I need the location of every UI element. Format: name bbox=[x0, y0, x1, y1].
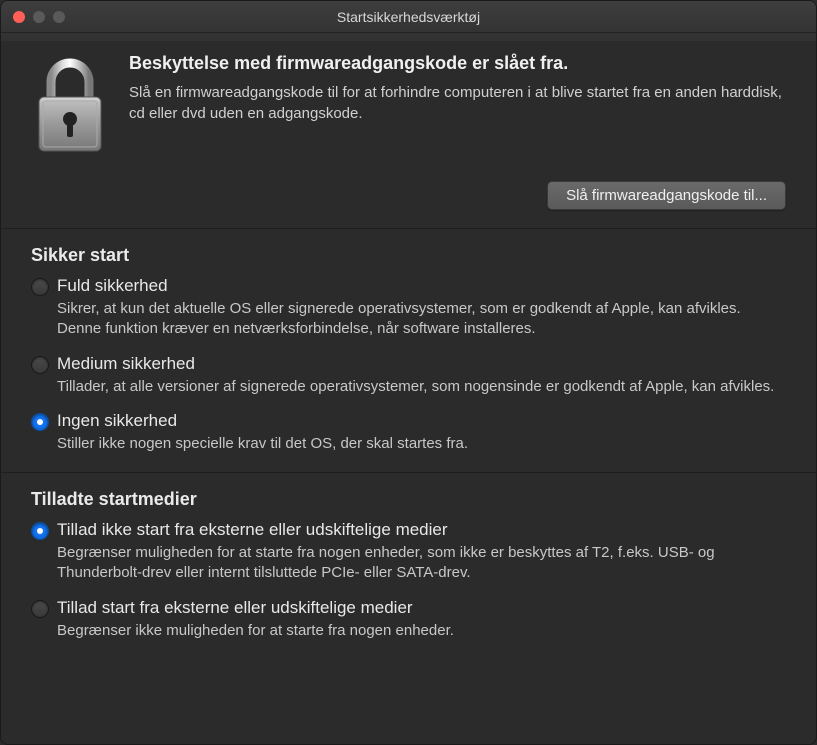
radio-medium-security[interactable] bbox=[31, 356, 49, 374]
content: Beskyttelse med firmwareadgangskode er s… bbox=[1, 33, 816, 659]
traffic-lights bbox=[13, 11, 65, 23]
radio-option-no-security[interactable]: Ingen sikkerhed Stiller ikke nogen speci… bbox=[31, 411, 786, 454]
option-description: Sikrer, at kun det aktuelle OS eller sig… bbox=[57, 299, 786, 340]
firmware-text: Beskyttelse med firmwareadgangskode er s… bbox=[129, 53, 786, 124]
radio-option-allow-external[interactable]: Tillad start fra eksterne eller udskifte… bbox=[31, 598, 786, 641]
window-title: Startsikkerhedsværktøj bbox=[11, 9, 806, 25]
minimize-button[interactable] bbox=[33, 11, 45, 23]
firmware-description: Slå en firmwareadgangskode til for at fo… bbox=[129, 82, 786, 124]
option-label: Ingen sikkerhed bbox=[57, 411, 786, 431]
radio-no-security[interactable] bbox=[31, 413, 49, 431]
titlebar: Startsikkerhedsværktøj bbox=[1, 1, 816, 33]
firmware-heading: Beskyttelse med firmwareadgangskode er s… bbox=[129, 53, 786, 74]
enable-firmware-password-button[interactable]: Slå firmwareadgangskode til... bbox=[547, 181, 786, 210]
secure-boot-section: Sikker start Fuld sikkerhed Sikrer, at k… bbox=[1, 229, 816, 472]
option-description: Stiller ikke nogen specielle krav til de… bbox=[57, 434, 786, 454]
lock-svg bbox=[31, 57, 109, 157]
option-label: Tillad start fra eksterne eller udskifte… bbox=[57, 598, 786, 618]
close-button[interactable] bbox=[13, 11, 25, 23]
window: Startsikkerhedsværktøj bbox=[0, 0, 817, 745]
option-label: Fuld sikkerhed bbox=[57, 276, 786, 296]
radio-option-medium-security[interactable]: Medium sikkerhed Tillader, at alle versi… bbox=[31, 354, 786, 397]
secure-boot-heading: Sikker start bbox=[31, 245, 786, 266]
allowed-boot-heading: Tilladte startmedier bbox=[31, 489, 786, 510]
option-text: Tillad start fra eksterne eller udskifte… bbox=[57, 598, 786, 641]
firmware-button-row: Slå firmwareadgangskode til... bbox=[31, 181, 786, 210]
option-label: Medium sikkerhed bbox=[57, 354, 786, 374]
radio-allow-external[interactable] bbox=[31, 600, 49, 618]
option-label: Tillad ikke start fra eksterne eller uds… bbox=[57, 520, 786, 540]
option-text: Tillad ikke start fra eksterne eller uds… bbox=[57, 520, 786, 584]
maximize-button[interactable] bbox=[53, 11, 65, 23]
lock-icon bbox=[31, 57, 109, 157]
option-text: Medium sikkerhed Tillader, at alle versi… bbox=[57, 354, 786, 397]
radio-disallow-external[interactable] bbox=[31, 522, 49, 540]
firmware-section: Beskyttelse med firmwareadgangskode er s… bbox=[1, 33, 816, 228]
radio-option-disallow-external[interactable]: Tillad ikke start fra eksterne eller uds… bbox=[31, 520, 786, 584]
option-description: Begrænser ikke muligheden for at starte … bbox=[57, 621, 786, 641]
allowed-boot-section: Tilladte startmedier Tillad ikke start f… bbox=[1, 473, 816, 659]
firmware-top: Beskyttelse med firmwareadgangskode er s… bbox=[31, 53, 786, 157]
option-text: Fuld sikkerhed Sikrer, at kun det aktuel… bbox=[57, 276, 786, 340]
option-description: Begrænser muligheden for at starte fra n… bbox=[57, 543, 786, 584]
option-description: Tillader, at alle versioner af signerede… bbox=[57, 377, 786, 397]
option-text: Ingen sikkerhed Stiller ikke nogen speci… bbox=[57, 411, 786, 454]
radio-option-full-security[interactable]: Fuld sikkerhed Sikrer, at kun det aktuel… bbox=[31, 276, 786, 340]
radio-full-security[interactable] bbox=[31, 278, 49, 296]
